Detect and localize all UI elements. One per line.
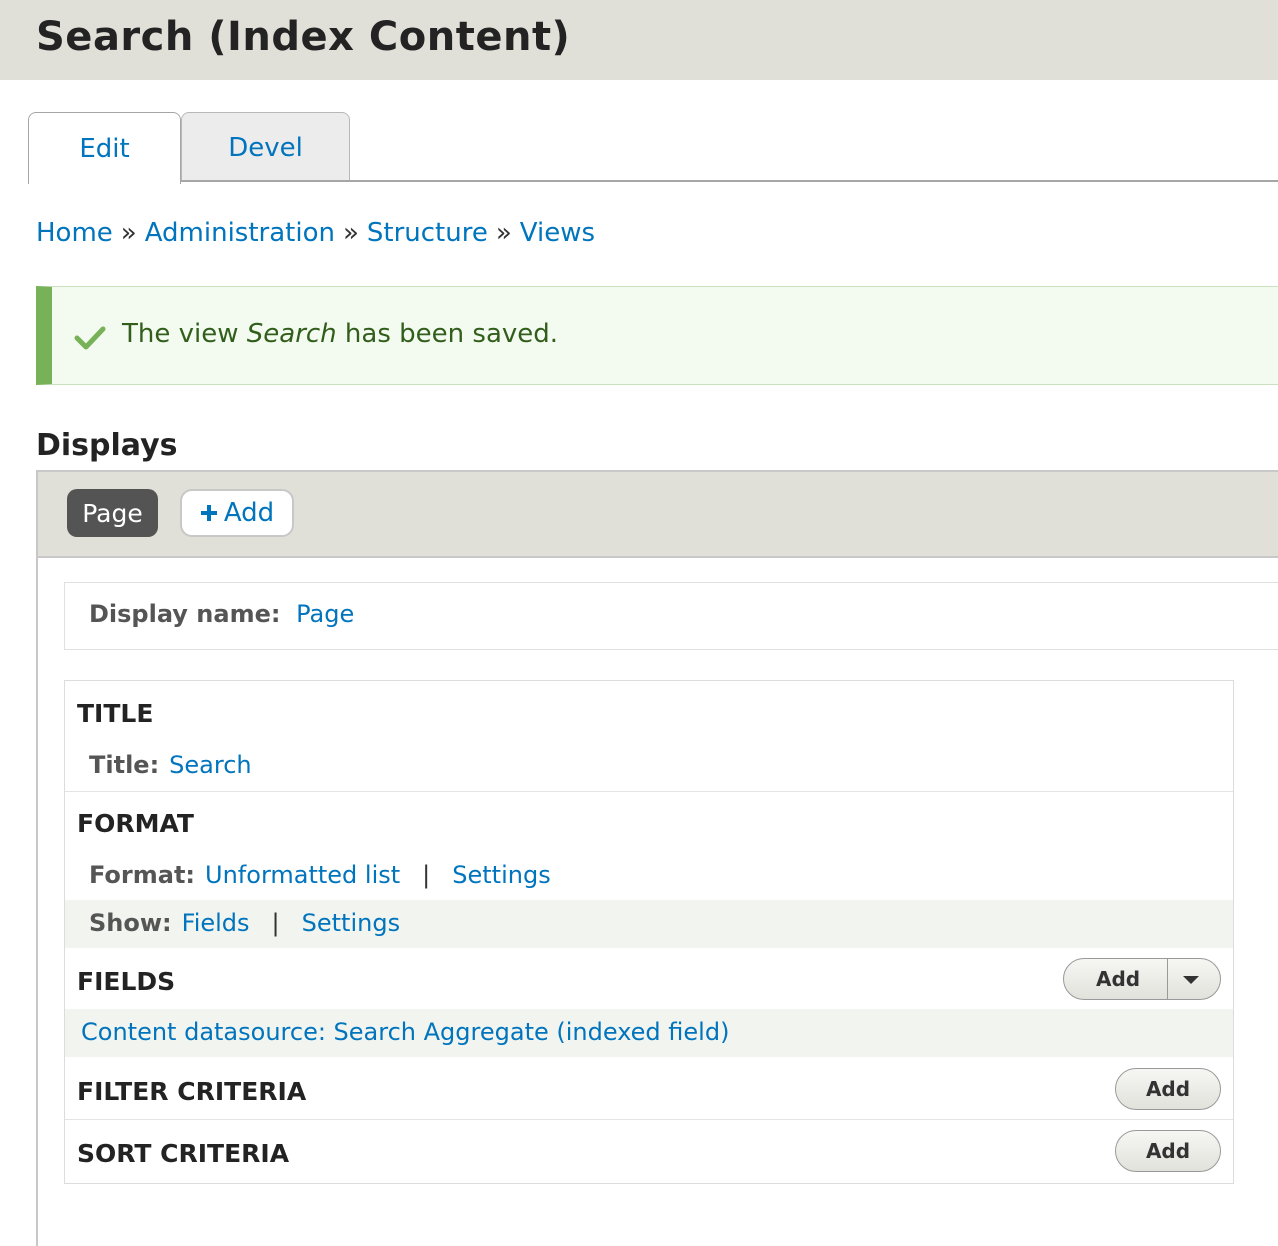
breadcrumb-structure[interactable]: Structure xyxy=(367,218,488,248)
display-tabs-bar: Page Add xyxy=(38,472,1278,558)
breadcrumb-separator: » xyxy=(342,218,359,248)
breadcrumb-home[interactable]: Home xyxy=(36,218,113,248)
format-section-heading: FORMAT xyxy=(77,809,194,838)
title-row: Title: Search xyxy=(65,751,1233,779)
add-display-button[interactable]: Add xyxy=(180,489,294,537)
caret-down-icon[interactable] xyxy=(1181,975,1201,985)
sort-add-button[interactable]: Add xyxy=(1115,1130,1221,1172)
display-panel: Page Add Display name: Page TITLE Title:… xyxy=(36,470,1278,1246)
message-view-name: Search xyxy=(246,319,337,349)
show-label: Show: xyxy=(89,909,172,937)
fields-add-split-button: Add xyxy=(1063,958,1221,1000)
tab-edit[interactable]: Edit xyxy=(28,112,181,184)
format-link[interactable]: Unformatted list xyxy=(205,861,400,889)
display-name-link[interactable]: Page xyxy=(296,600,354,628)
displays-heading: Displays xyxy=(36,428,178,463)
show-row: Show: Fields | Settings xyxy=(65,900,1233,948)
section-divider xyxy=(65,791,1233,792)
field-item-link[interactable]: Content datasource: Search Aggregate (in… xyxy=(81,1018,729,1046)
format-settings-link[interactable]: Settings xyxy=(452,861,550,889)
breadcrumb-separator: » xyxy=(120,218,137,248)
checkmark-icon xyxy=(74,326,106,350)
format-label: Format: xyxy=(89,861,196,889)
split-divider xyxy=(1167,959,1168,999)
fields-section-heading: FIELDS xyxy=(77,967,176,996)
show-link[interactable]: Fields xyxy=(182,909,250,937)
title-link[interactable]: Search xyxy=(169,751,251,779)
tab-devel[interactable]: Devel xyxy=(181,112,350,182)
status-message: The view Search has been saved. xyxy=(36,286,1278,385)
plus-icon xyxy=(200,505,217,521)
title-label: Title: xyxy=(89,751,160,779)
message-suffix: has been saved. xyxy=(336,319,559,349)
page-header: Search (Index Content) xyxy=(0,0,1278,80)
section-divider xyxy=(65,1119,1233,1120)
breadcrumb-views[interactable]: Views xyxy=(520,218,595,248)
tabs-divider xyxy=(28,180,1278,182)
sort-section-heading: SORT CRITERIA xyxy=(77,1139,290,1168)
pipe-separator: | xyxy=(271,909,280,937)
add-display-label: Add xyxy=(223,498,275,528)
breadcrumb-administration[interactable]: Administration xyxy=(145,218,335,248)
title-section-heading: TITLE xyxy=(77,699,154,728)
display-name-label: Display name: xyxy=(89,600,281,628)
page-title: Search (Index Content) xyxy=(36,14,571,60)
format-row: Format: Unformatted list | Settings xyxy=(65,861,1233,889)
filter-section-heading: FILTER CRITERIA xyxy=(77,1077,307,1106)
fields-list-item: Content datasource: Search Aggregate (in… xyxy=(65,1009,1233,1057)
display-page-button[interactable]: Page xyxy=(67,489,158,537)
breadcrumb-separator: » xyxy=(495,218,512,248)
display-name-row: Display name: Page xyxy=(64,582,1278,650)
message-prefix: The view xyxy=(122,319,247,349)
view-settings-column: TITLE Title: Search FORMAT Format: Unforma… xyxy=(64,680,1234,1184)
breadcrumb: Home» Administration» Structure» Views xyxy=(36,218,595,248)
pipe-separator: | xyxy=(422,861,431,889)
filter-add-button[interactable]: Add xyxy=(1115,1068,1221,1110)
show-settings-link[interactable]: Settings xyxy=(302,909,400,937)
status-message-text: The view Search has been saved. xyxy=(122,319,558,349)
